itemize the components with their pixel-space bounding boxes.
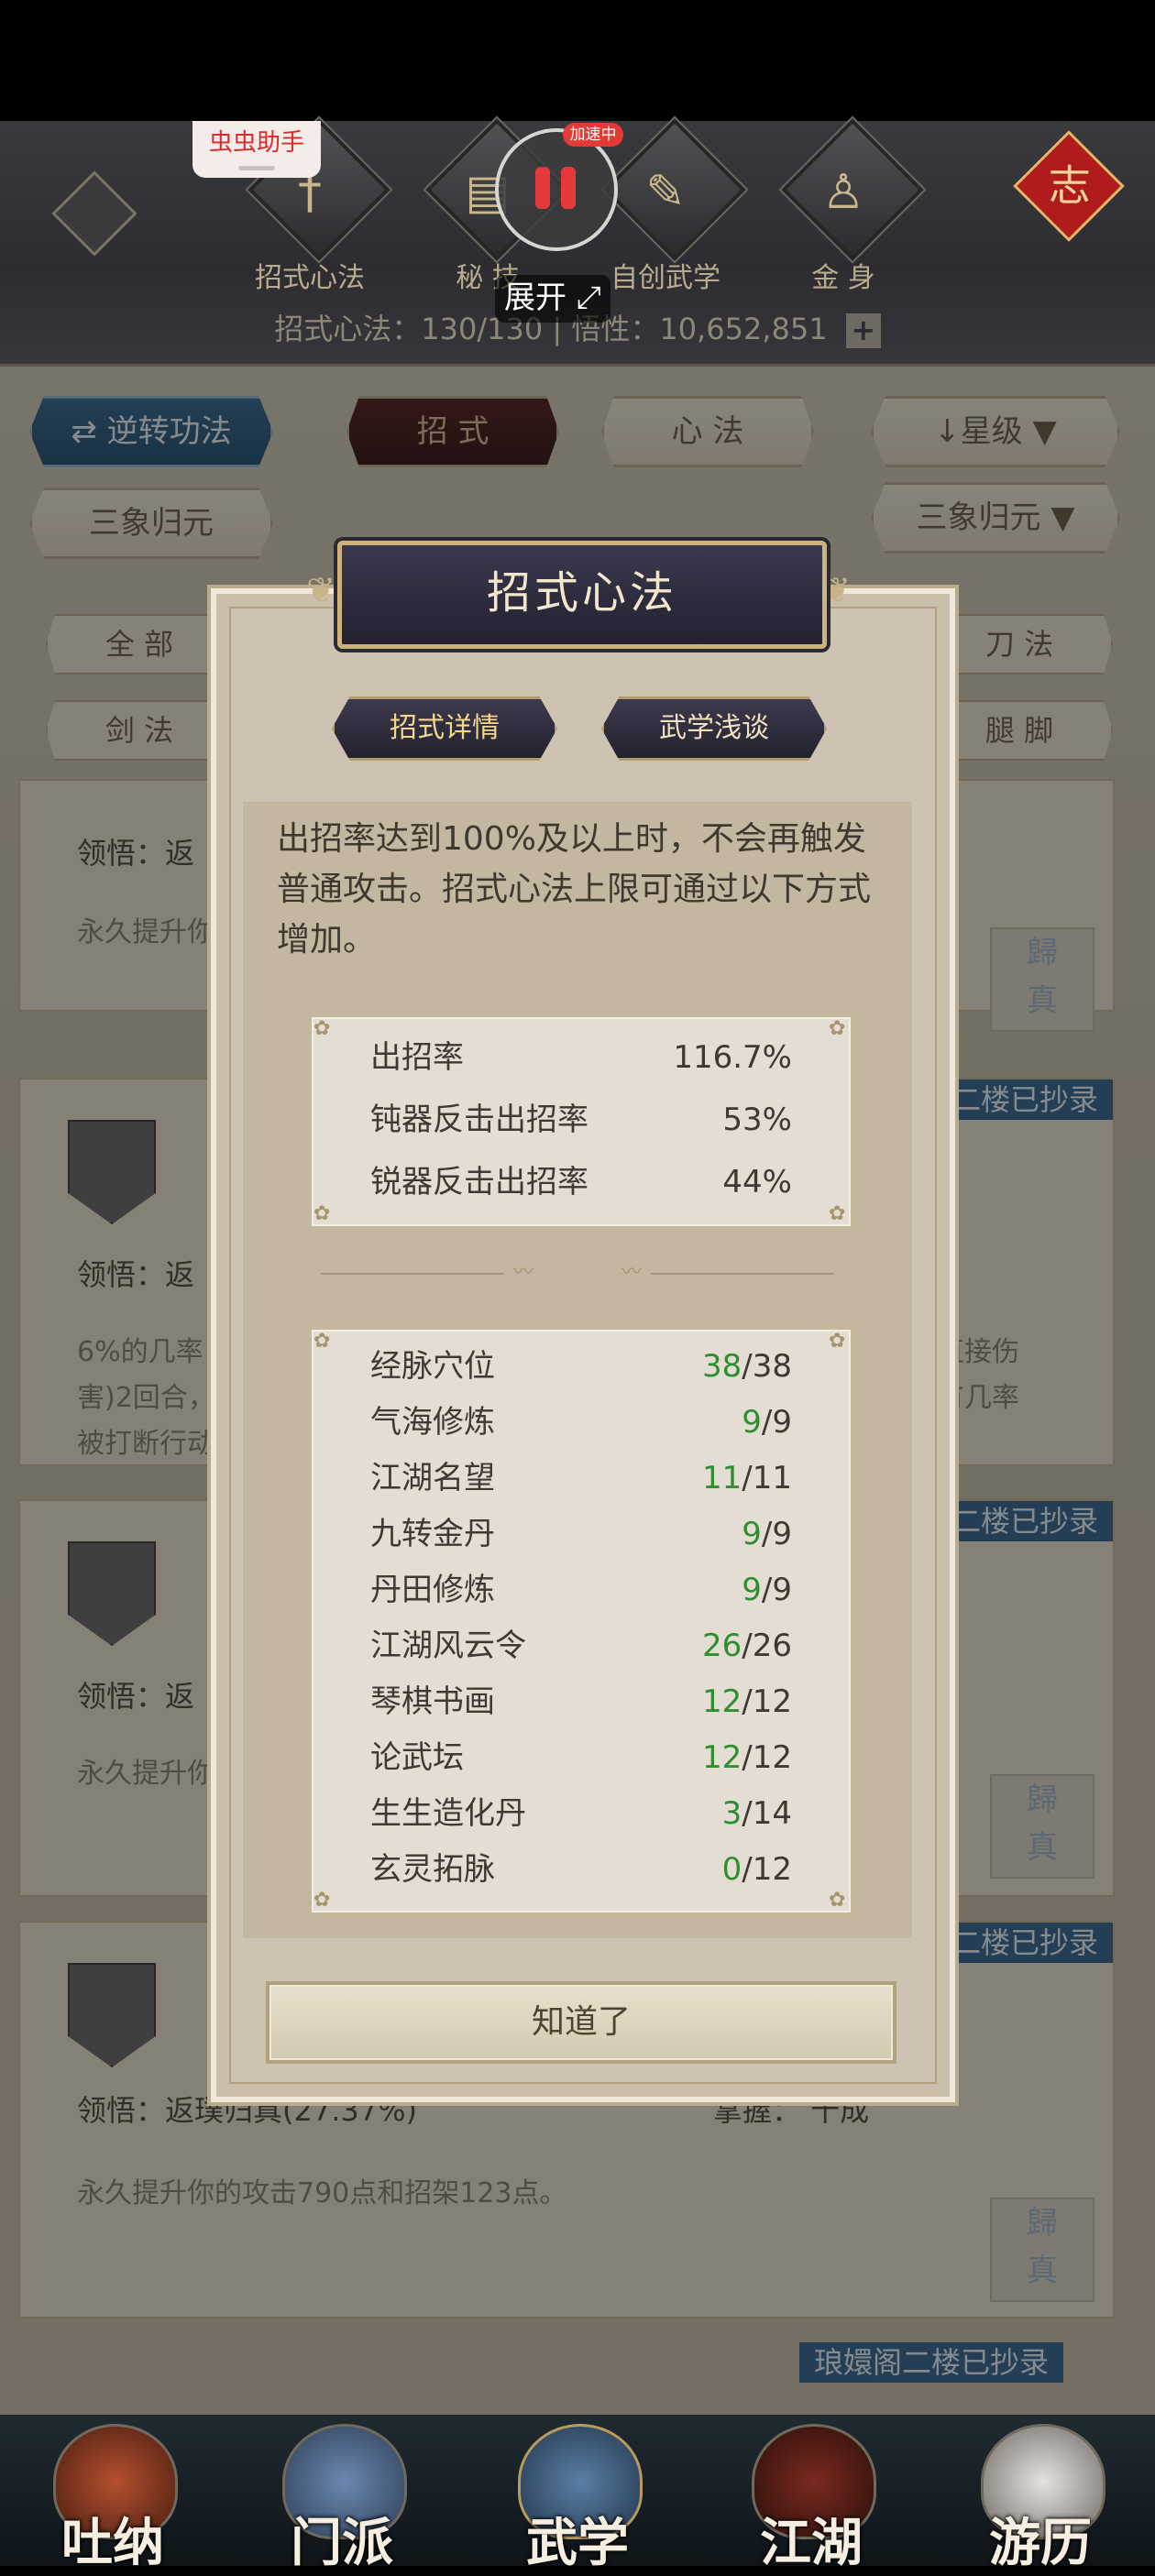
source-label: 经脉穴位	[370, 1348, 495, 1385]
source-current: 0	[721, 1851, 742, 1888]
source-max: /12	[742, 1683, 792, 1720]
source-current: 12	[702, 1739, 742, 1776]
source-row: 江湖名望 11/11	[370, 1451, 792, 1506]
meditation-icon: ♙	[821, 165, 865, 220]
record-pause-button[interactable]	[495, 128, 618, 251]
source-current: 11	[702, 1460, 742, 1496]
source-label: 九转金丹	[370, 1516, 495, 1552]
source-row: 经脉穴位 38/38	[370, 1339, 792, 1394]
source-max: /9	[761, 1516, 792, 1552]
source-max: /14	[742, 1795, 792, 1832]
chinese-knot-icon[interactable]: 志	[1013, 130, 1125, 257]
source-current: 9	[742, 1516, 762, 1552]
source-label: 气海修炼	[370, 1404, 495, 1441]
bottom-nav-item[interactable]: 门派	[255, 2419, 429, 2573]
source-label: 生生造化丹	[370, 1795, 526, 1832]
rate-row: 出招率 116.7%	[370, 1030, 792, 1085]
source-max: /12	[742, 1851, 792, 1888]
helper-button[interactable]: 虫虫助手	[192, 121, 321, 178]
dialog-title-plate: 招式心法	[337, 541, 827, 649]
source-row: 生生造化丹 3/14	[370, 1786, 792, 1841]
bottom-nav-label: 武学	[526, 2514, 629, 2573]
source-current: 12	[702, 1683, 742, 1720]
rate-value: 116.7%	[673, 1039, 792, 1076]
source-current: 9	[742, 1572, 762, 1608]
tab-martial-talk[interactable]: 武学浅谈	[601, 696, 827, 761]
bottom-nav-item[interactable]: 吐纳	[26, 2419, 200, 2573]
source-row: 玄灵拓脉 0/12	[370, 1842, 792, 1897]
source-label: 论武坛	[370, 1739, 464, 1776]
bottom-nav-label: 吐纳	[61, 2514, 164, 2573]
expand-icon: ⤢	[576, 280, 601, 316]
expand-button[interactable]: 展开 ⤢	[495, 275, 610, 323]
recording-badge: 加速中	[563, 123, 623, 147]
bottom-nav-item[interactable]: 游历	[953, 2419, 1128, 2573]
rate-value: 53%	[722, 1102, 792, 1138]
source-label: 丹田修炼	[370, 1572, 495, 1608]
source-current: 38	[702, 1348, 742, 1385]
source-label: 玄灵拓脉	[370, 1851, 495, 1888]
rate-label: 钝器反击出招率	[370, 1102, 588, 1138]
bottom-nav-label: 门派	[291, 2514, 393, 2573]
ornamental-divider: 〰 〰	[312, 1263, 843, 1283]
source-max: /9	[761, 1572, 792, 1608]
source-box[interactable]: ✿ ✿ ✿ ✿ 经脉穴位 38/38 气海修炼 9/9 江湖名望 11/11 九转金…	[307, 1325, 855, 1917]
ornament-icon: ❦	[306, 570, 336, 610]
source-max: /26	[742, 1628, 792, 1664]
bottom-nav-item[interactable]: 江湖	[724, 2419, 898, 2573]
source-label: 江湖风云令	[370, 1628, 526, 1664]
dialog-description: 出招率达到100%及以上时，不会再触发普通攻击。招式心法上限可通过以下方式增加。	[277, 820, 872, 959]
dialog-title: 招式心法	[486, 567, 677, 619]
source-current: 9	[742, 1404, 762, 1441]
source-max: /12	[742, 1739, 792, 1776]
bottom-nav-item[interactable]: 武学	[490, 2419, 665, 2573]
rate-label: 锐器反击出招率	[370, 1164, 588, 1200]
rate-value: 44%	[722, 1164, 792, 1200]
nav-body-label: 金 身	[811, 262, 875, 294]
bottom-nav-label: 游历	[989, 2514, 1092, 2573]
knot-glyph: 志	[1048, 160, 1091, 211]
tab-move-detail[interactable]: 招式详情	[332, 696, 557, 761]
nav-moves-label: 招式心法	[255, 262, 365, 294]
source-row: 论武坛 12/12	[370, 1730, 792, 1785]
source-row: 琴棋书画 12/12	[370, 1674, 792, 1729]
nav-create-label: 自创武学	[610, 262, 720, 294]
source-max: /9	[761, 1404, 792, 1441]
source-max: /38	[742, 1348, 792, 1385]
rate-row: 钝器反击出招率 53%	[370, 1092, 792, 1147]
add-button[interactable]: +	[845, 313, 881, 348]
source-row: 九转金丹 9/9	[370, 1507, 792, 1562]
source-current: 26	[702, 1628, 742, 1664]
rate-box: ✿ ✿ ✿ ✿ 出招率 116.7% 钝器反击出招率 53% 锐器反击出招率 44%	[307, 1013, 855, 1231]
expand-label: 展开	[503, 280, 566, 316]
source-row: 江湖风云令 26/26	[370, 1618, 792, 1673]
nav-create[interactable]: ✎ 自创武学	[592, 115, 749, 312]
nav-body[interactable]: ♙ 金 身	[770, 115, 927, 312]
source-label: 江湖名望	[370, 1460, 495, 1496]
source-max: /11	[742, 1460, 792, 1496]
source-row: 气海修炼 9/9	[370, 1395, 792, 1450]
bottom-nav-label: 江湖	[760, 2514, 863, 2573]
source-row: 丹田修炼 9/9	[370, 1562, 792, 1617]
pause-icon	[530, 163, 581, 214]
rate-row: 锐器反击出招率 44%	[370, 1155, 792, 1210]
confirm-button[interactable]: 知道了	[266, 1981, 896, 2064]
source-label: 琴棋书画	[370, 1683, 495, 1720]
source-current: 3	[721, 1795, 742, 1832]
rate-label: 出招率	[370, 1039, 464, 1076]
